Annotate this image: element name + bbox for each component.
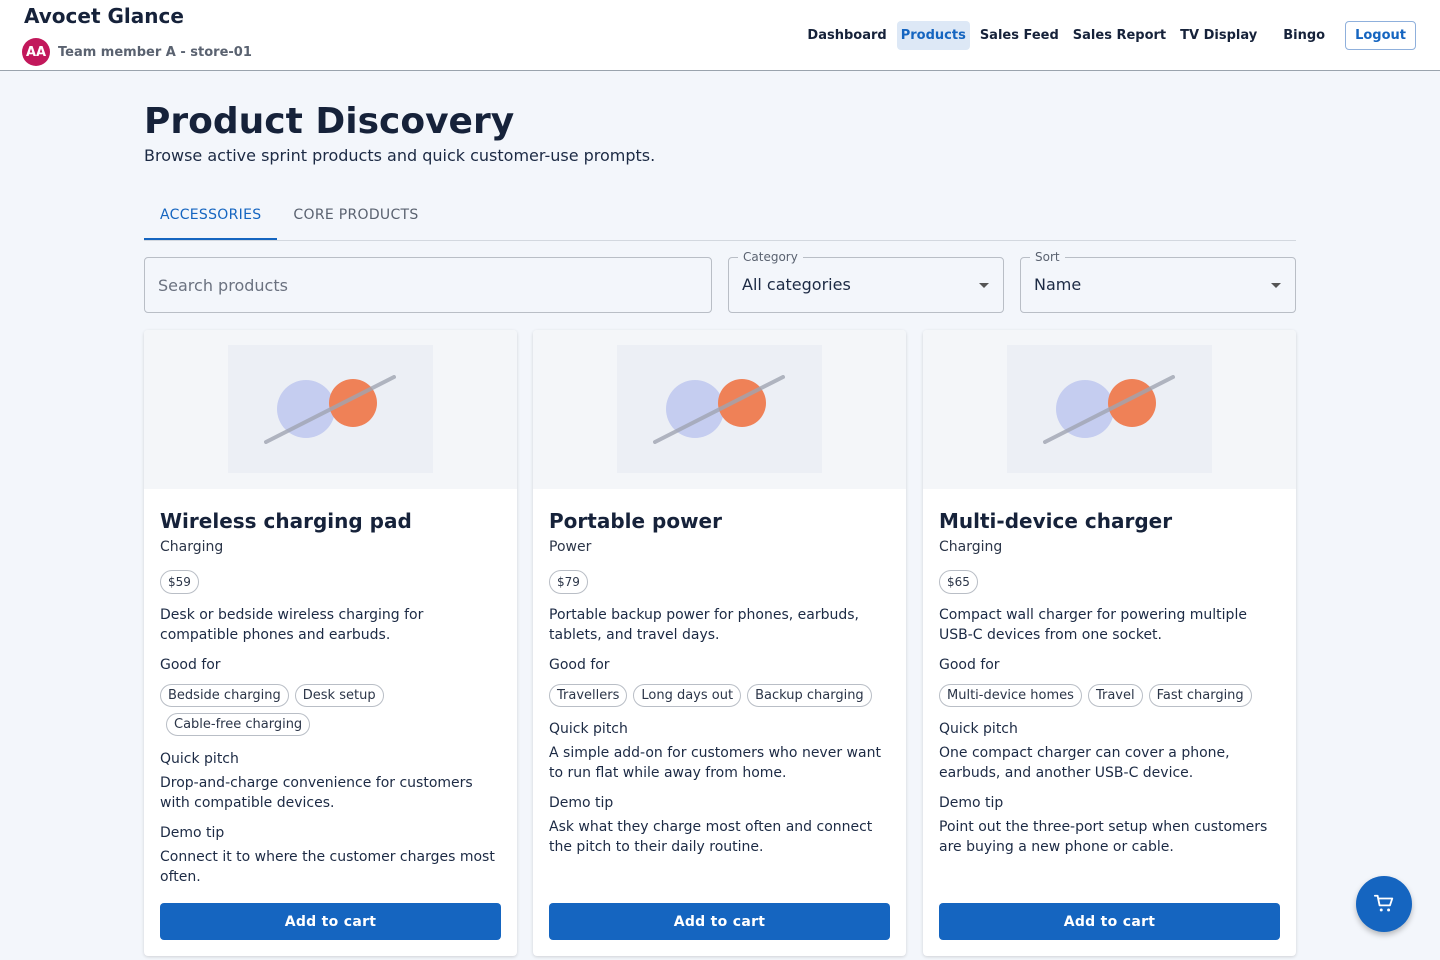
nav-tv-display[interactable]: TV Display <box>1176 21 1261 50</box>
category-select-label: Category <box>738 249 803 265</box>
page-subtitle: Browse active sprint products and quick … <box>144 146 656 165</box>
product-description: Portable backup power for phones, earbud… <box>549 607 859 643</box>
good-for-chip: Long days out <box>633 684 742 707</box>
demo-tip-text: Connect it to where the customer charges… <box>160 849 495 885</box>
price-chip: $65 <box>939 570 978 594</box>
avatar: AA <box>22 38 50 66</box>
quick-pitch-text: One compact charger can cover a phone, e… <box>939 745 1230 781</box>
product-card: Portable power Power $79 Portable backup… <box>533 330 906 956</box>
nav-products[interactable]: Products <box>896 20 970 50</box>
product-category: Charging <box>160 539 224 555</box>
demo-tip-text: Ask what they charge most often and conn… <box>549 819 873 855</box>
product-description: Compact wall charger for powering multip… <box>939 607 1247 643</box>
good-for-chip: Bedside charging <box>160 684 289 707</box>
product-name: Portable power <box>549 509 722 533</box>
product-card: Multi-device charger Charging $65 Compac… <box>923 330 1296 956</box>
add-to-cart-button[interactable]: Add to cart <box>549 903 890 940</box>
good-for-chips: Multi-device homes Travel Fast charging <box>939 684 1284 707</box>
quick-pitch-label: Quick pitch <box>549 721 628 737</box>
good-for-chip: Cable-free charging <box>166 713 311 736</box>
product-placeholder-image <box>617 345 822 473</box>
nav-bingo[interactable]: Bingo <box>1279 21 1329 50</box>
sort-select[interactable]: Sort Name <box>1020 249 1296 313</box>
good-for-label: Good for <box>549 657 610 673</box>
good-for-chip: Multi-device homes <box>939 684 1082 707</box>
demo-tip-text: Point out the three-port setup when cust… <box>939 819 1268 855</box>
add-to-cart-button[interactable]: Add to cart <box>939 903 1280 940</box>
user-info: AA Team member A - store-01 <box>22 38 252 66</box>
sort-select-label: Sort <box>1030 249 1065 265</box>
add-to-cart-button[interactable]: Add to cart <box>160 903 501 940</box>
quick-pitch-text: Drop-and-charge convenience for customer… <box>160 775 473 811</box>
quick-pitch-label: Quick pitch <box>160 751 239 767</box>
demo-tip-label: Demo tip <box>549 795 614 811</box>
tab-core-products[interactable]: CORE PRODUCTS <box>277 191 434 240</box>
good-for-chips: Bedside charging Desk setup Cable-free c… <box>160 684 505 736</box>
search-input[interactable] <box>144 257 712 313</box>
product-description: Desk or bedside wireless charging for co… <box>160 607 424 643</box>
good-for-chip: Backup charging <box>747 684 872 707</box>
product-category: Charging <box>939 539 1003 555</box>
sort-select-value: Name <box>1034 275 1082 294</box>
good-for-label: Good for <box>160 657 221 673</box>
good-for-chip: Travellers <box>549 684 628 707</box>
logout-button[interactable]: Logout <box>1345 20 1416 50</box>
dropdown-arrow-icon <box>1271 283 1281 288</box>
good-for-chip: Fast charging <box>1148 684 1252 707</box>
app-brand: Avocet Glance <box>24 4 184 28</box>
product-image <box>923 330 1296 489</box>
page-title: Product Discovery <box>144 101 515 142</box>
tab-accessories[interactable]: ACCESSORIES <box>144 191 278 240</box>
quick-pitch-label: Quick pitch <box>939 721 1018 737</box>
product-card: Wireless charging pad Charging $59 Desk … <box>144 330 517 956</box>
top-app-bar: Avocet Glance AA Team member A - store-0… <box>0 0 1440 71</box>
price-chip: $79 <box>549 570 588 594</box>
price-chip: $59 <box>160 570 199 594</box>
demo-tip-label: Demo tip <box>939 795 1004 811</box>
quick-pitch-text: A simple add-on for customers who never … <box>549 745 881 781</box>
dropdown-arrow-icon <box>979 283 989 288</box>
good-for-chip: Desk setup <box>294 684 384 707</box>
demo-tip-label: Demo tip <box>160 825 225 841</box>
product-image <box>533 330 906 489</box>
product-placeholder-image <box>228 345 433 473</box>
nav-sales-report[interactable]: Sales Report <box>1069 21 1170 50</box>
main-nav: Dashboard Products Sales Feed Sales Repo… <box>803 20 1416 50</box>
product-category: Power <box>549 539 592 555</box>
nav-dashboard[interactable]: Dashboard <box>803 21 890 50</box>
cart-fab-button[interactable] <box>1356 876 1412 932</box>
product-placeholder-image <box>1007 345 1212 473</box>
product-tabs: ACCESSORIES CORE PRODUCTS <box>144 191 1296 241</box>
nav-sales-feed[interactable]: Sales Feed <box>976 21 1063 50</box>
user-label: Team member A - store-01 <box>58 44 252 60</box>
category-select[interactable]: Category All categories <box>728 249 1004 313</box>
product-image <box>144 330 517 489</box>
category-select-value: All categories <box>742 275 851 294</box>
product-name: Multi-device charger <box>939 509 1173 533</box>
good-for-chip: Travel <box>1087 684 1143 707</box>
good-for-chips: Travellers Long days out Backup charging <box>549 684 894 707</box>
product-name: Wireless charging pad <box>160 509 412 533</box>
good-for-label: Good for <box>939 657 1000 673</box>
cart-icon <box>1373 894 1394 912</box>
